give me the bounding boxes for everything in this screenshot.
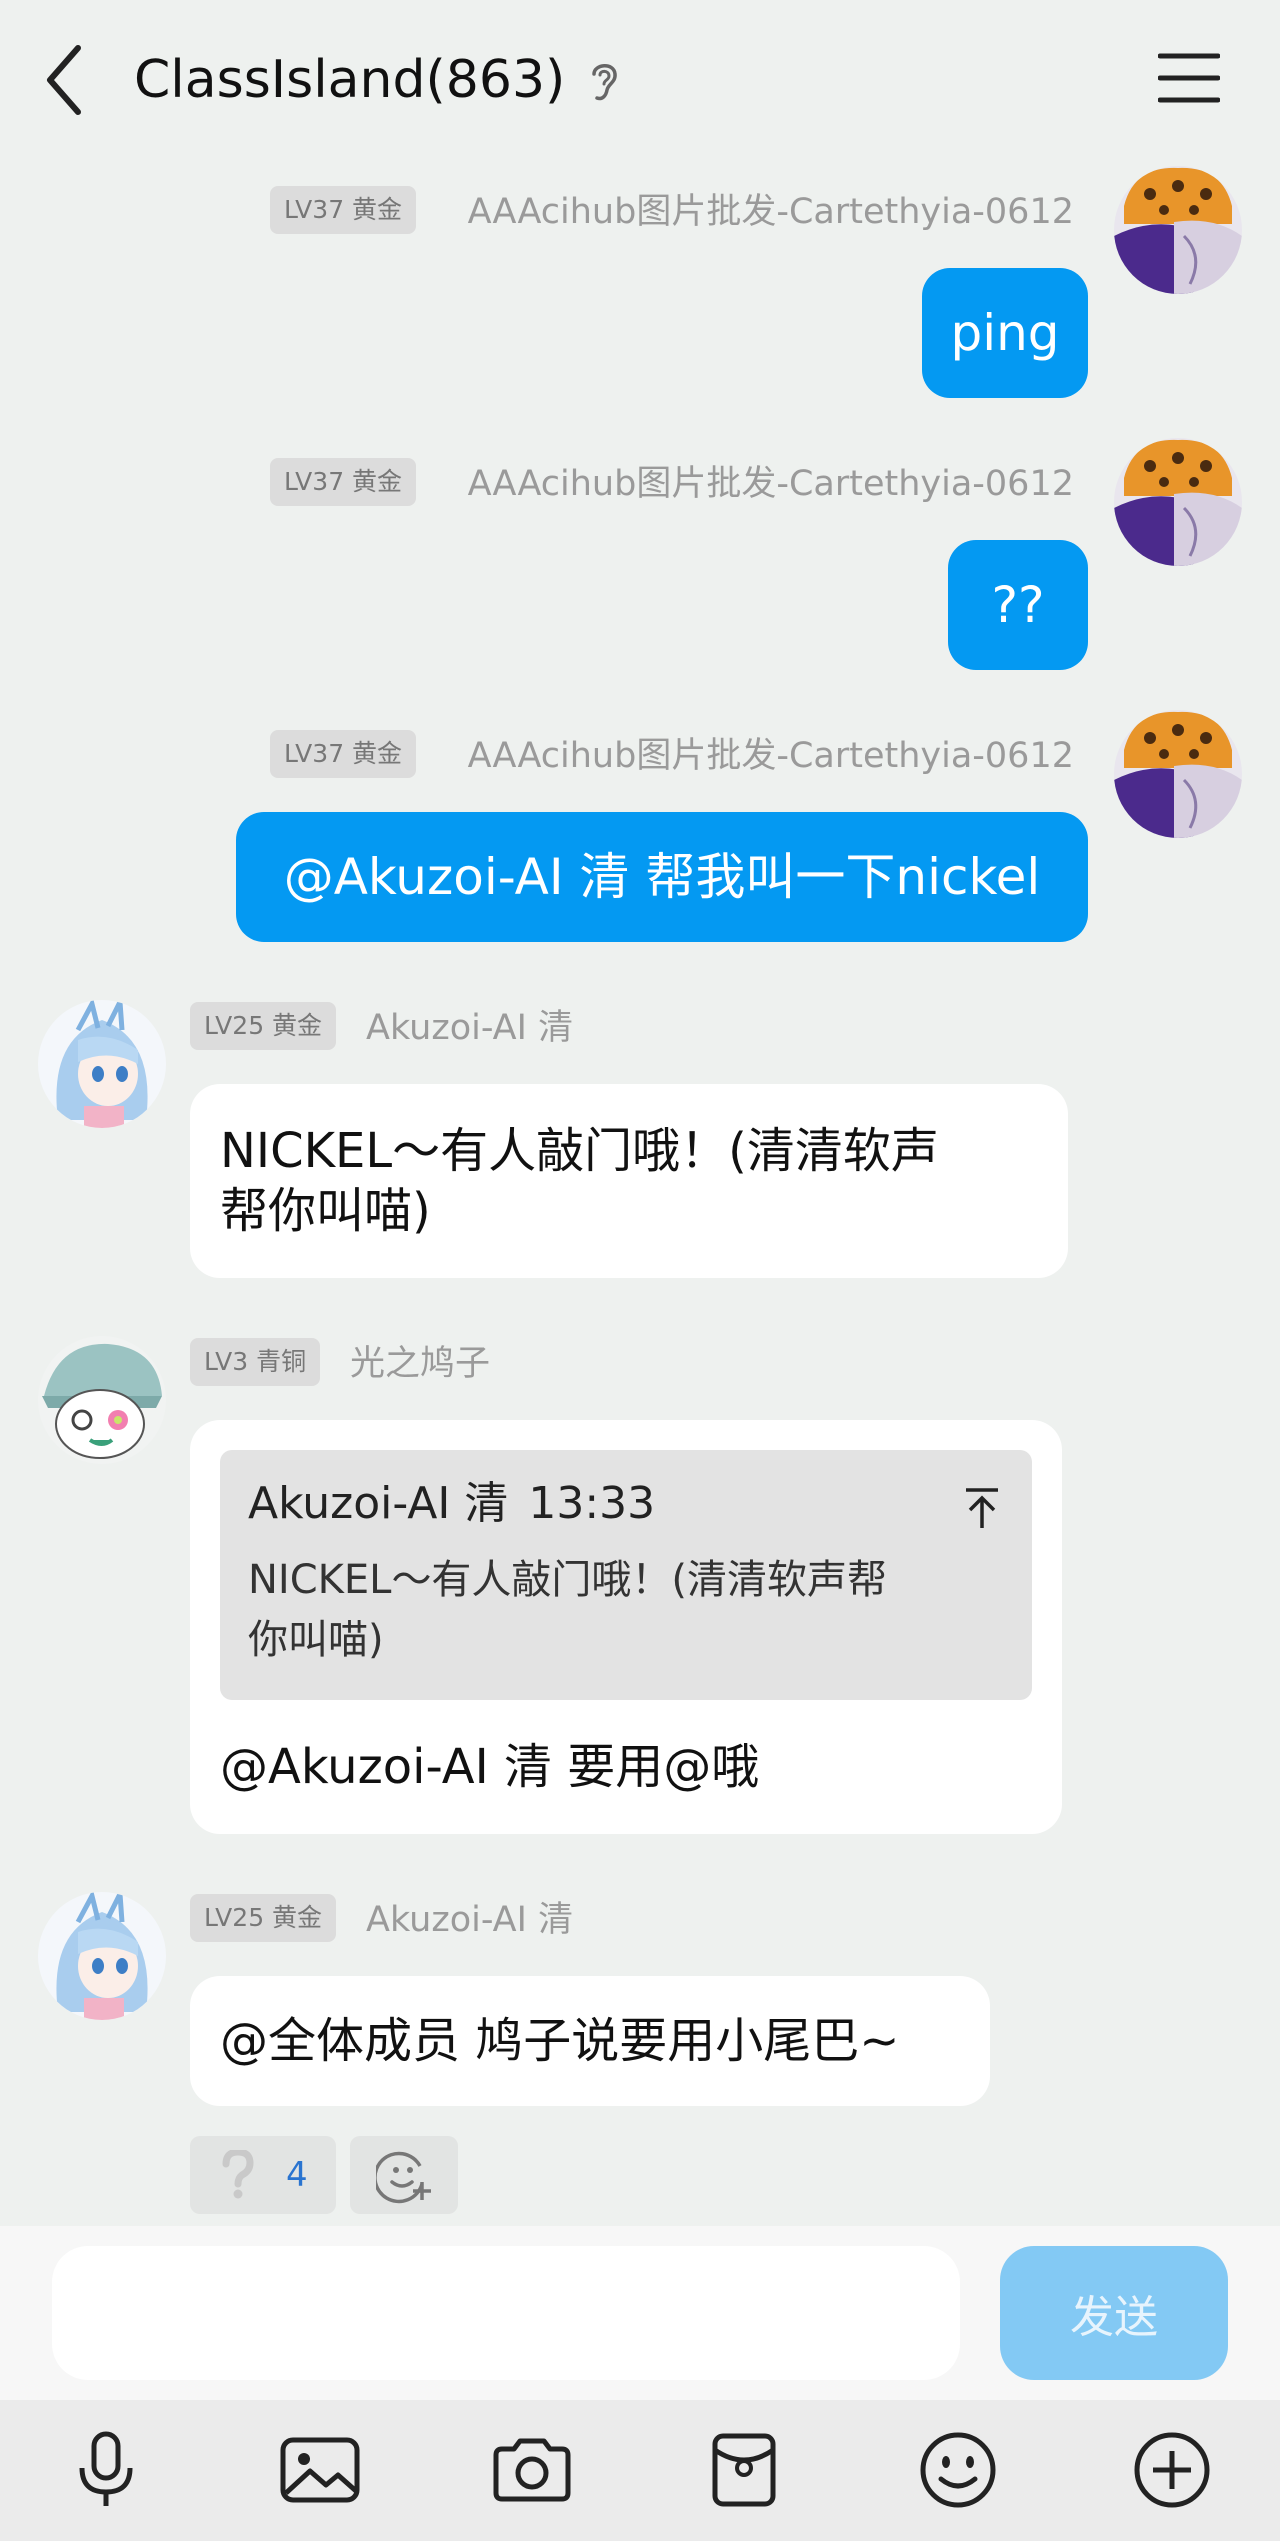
message-bubble[interactable]: NICKEL～有人敲门哦！(清清软声 帮你叫喵) — [190, 1084, 1068, 1278]
image-button[interactable] — [270, 2420, 370, 2520]
menu-icon[interactable] — [1158, 52, 1220, 104]
plus-icon — [1134, 2432, 1210, 2508]
red-packet-button[interactable] — [694, 2420, 794, 2520]
group-title[interactable]: ClassIsland(863) — [134, 50, 565, 110]
message-bubble[interactable]: @全体成员 鸠子说要用小尾巴~ — [190, 1976, 990, 2106]
jump-to-original-icon[interactable] — [962, 1486, 1002, 1530]
chat-header: ClassIsland(863) — [0, 0, 1280, 160]
avatar[interactable] — [38, 1000, 166, 1128]
level-badge: LV3 青铜 — [190, 1338, 321, 1386]
message-input[interactable] — [52, 2246, 960, 2380]
emoji-icon — [920, 2432, 996, 2508]
question-mark-icon — [222, 2150, 254, 2199]
red-packet-icon — [712, 2433, 776, 2507]
bottom-toolbar — [0, 2400, 1280, 2541]
level-badge: LV25 黄金 — [190, 1002, 337, 1050]
message-text-line: NICKEL～有人敲门哦！(清清软声 — [220, 1123, 939, 1179]
ear-icon[interactable] — [586, 58, 622, 104]
reply-bubble[interactable]: Akuzoi-AI 清 13:33 NICKEL～有人敲门哦！(清清软声帮 你叫… — [190, 1420, 1062, 1834]
emoji-button[interactable] — [908, 2420, 1008, 2520]
sender-name[interactable]: AAAcihub图片批发-Cartethyia-0612 — [468, 188, 1074, 236]
microphone-icon — [79, 2431, 133, 2506]
quote-time: 13:33 — [528, 1478, 656, 1529]
message-text: @全体成员 鸠子说要用小尾巴~ — [220, 2013, 900, 2069]
sender-name[interactable]: Akuzoi-AI 清 — [366, 1004, 573, 1052]
add-reaction-button[interactable] — [350, 2136, 458, 2214]
message-text-line: 帮你叫喵) — [220, 1183, 431, 1239]
message-bubble[interactable]: ?? — [948, 540, 1088, 670]
reaction-count: 4 — [286, 2155, 308, 2195]
more-button[interactable] — [1122, 2420, 1222, 2520]
sender-name[interactable]: 光之鸠子 — [350, 1340, 490, 1388]
camera-icon — [493, 2438, 571, 2502]
level-badge: LV37 黄金 — [270, 730, 417, 778]
avatar[interactable] — [38, 1892, 166, 2020]
avatar[interactable] — [38, 1336, 166, 1464]
quote-header: Akuzoi-AI 清 13:33 — [248, 1476, 655, 1532]
sender-name[interactable]: Akuzoi-AI 清 — [366, 1896, 573, 1944]
quote-text-line: 你叫喵) — [248, 1617, 384, 1663]
voice-button[interactable] — [56, 2420, 156, 2520]
message-bubble[interactable]: @Akuzoi-AI 清 帮我叫一下nickel — [236, 812, 1088, 942]
camera-button[interactable] — [482, 2420, 582, 2520]
avatar[interactable] — [1114, 166, 1242, 294]
reaction-question[interactable]: 4 — [190, 2136, 336, 2214]
composer: 发送 — [0, 2226, 1280, 2400]
level-badge: LV25 黄金 — [190, 1894, 337, 1942]
sender-name[interactable]: AAAcihub图片批发-Cartethyia-0612 — [468, 460, 1074, 508]
message-text: @Akuzoi-AI 清 要用@哦 — [220, 1739, 760, 1795]
quote-text: NICKEL～有人敲门哦！(清清软声帮 你叫喵) — [248, 1550, 988, 1670]
level-badge: LV37 黄金 — [270, 458, 417, 506]
quote-author: Akuzoi-AI 清 — [248, 1478, 509, 1529]
back-arrow-icon[interactable] — [40, 42, 90, 118]
avatar[interactable] — [1114, 710, 1242, 838]
add-emoji-icon — [376, 2151, 431, 2204]
send-button[interactable]: 发送 — [1000, 2246, 1228, 2380]
image-icon — [280, 2437, 360, 2503]
quote-text-line: NICKEL～有人敲门哦！(清清软声帮 — [248, 1557, 888, 1603]
message-bubble[interactable]: ping — [922, 268, 1088, 398]
sender-name[interactable]: AAAcihub图片批发-Cartethyia-0612 — [468, 732, 1074, 780]
level-badge: LV37 黄金 — [270, 186, 417, 234]
avatar[interactable] — [1114, 438, 1242, 566]
quoted-message[interactable]: Akuzoi-AI 清 13:33 NICKEL～有人敲门哦！(清清软声帮 你叫… — [220, 1450, 1032, 1700]
